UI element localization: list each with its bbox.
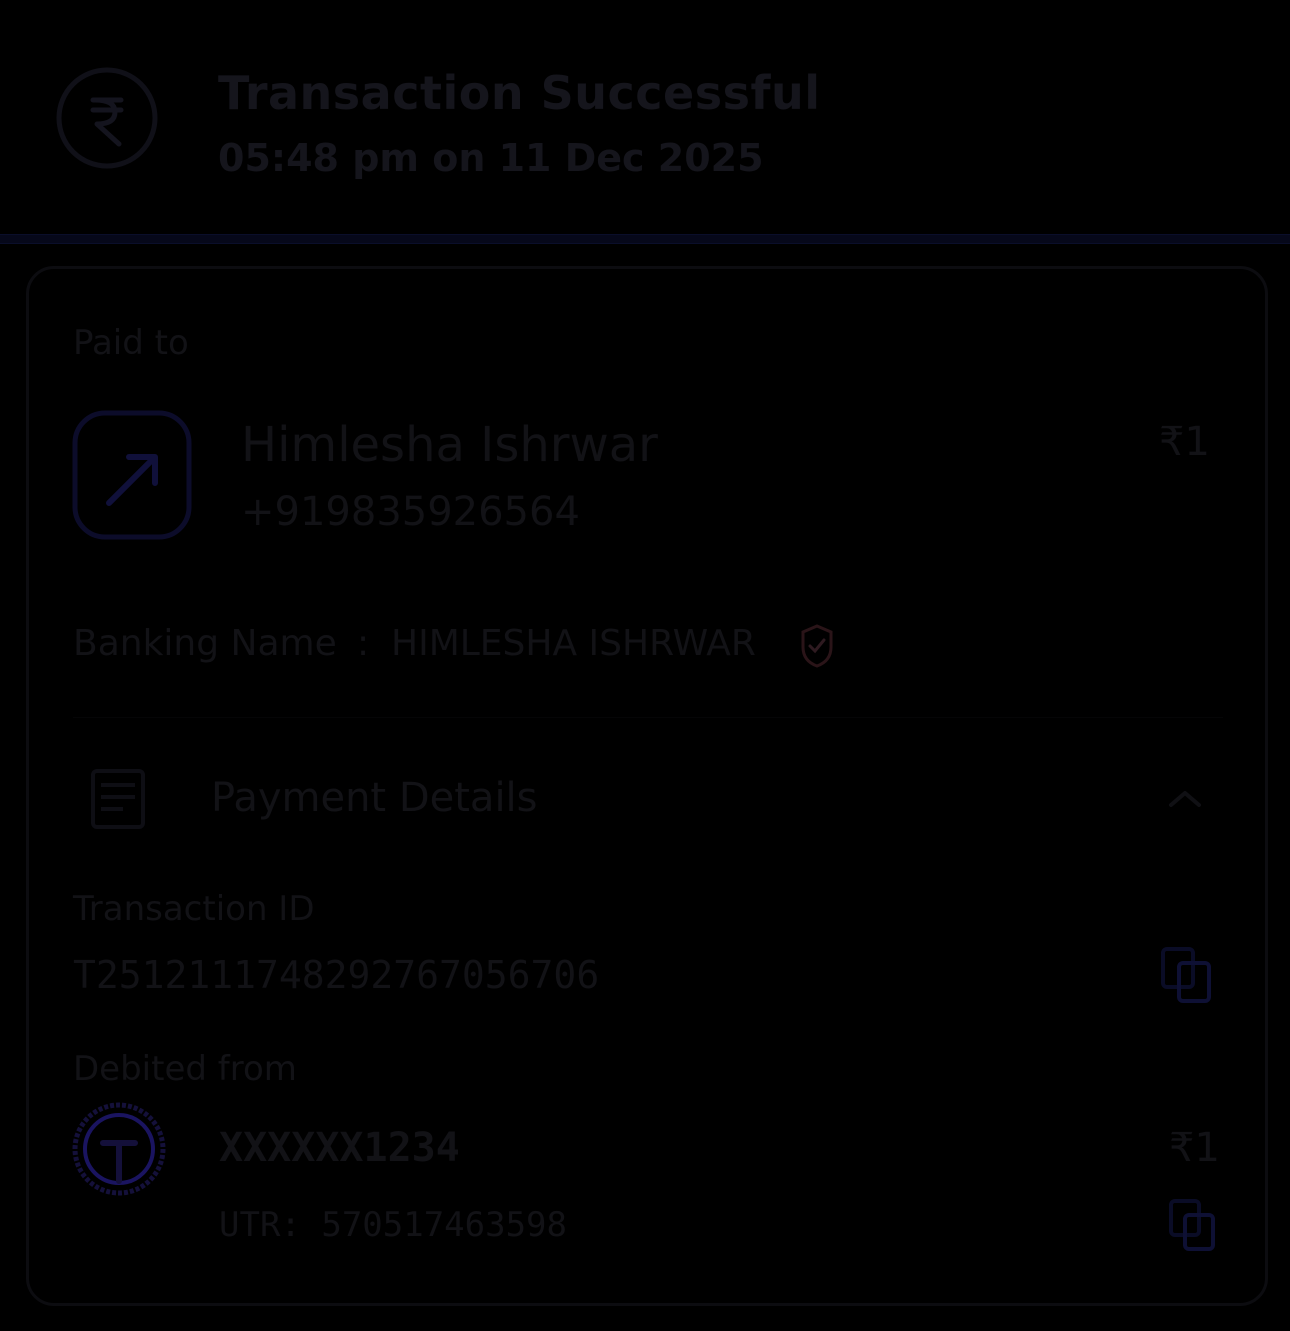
- payee-avatar-arrow-icon: [72, 410, 192, 540]
- banking-name-separator: :: [357, 623, 370, 664]
- utr-number: UTR: 570517463598: [219, 1205, 567, 1245]
- copy-icon: [1169, 1199, 1215, 1251]
- debited-account-number: XXXXXX1234: [219, 1125, 460, 1171]
- paid-amount: ₹1: [1159, 419, 1210, 465]
- paid-to-label: Paid to: [73, 323, 189, 363]
- debited-amount: ₹1: [1169, 1125, 1220, 1171]
- copy-icon: [1161, 947, 1211, 1003]
- debited-from-label: Debited from: [73, 1049, 297, 1089]
- header-divider: [0, 234, 1290, 244]
- upi-rupee-icon: [56, 67, 158, 169]
- bank-logo-icon: [72, 1102, 166, 1196]
- transaction-id-value: T2512111748292767056706: [73, 953, 600, 997]
- payee-name: Himlesha Ishrwar: [241, 417, 658, 473]
- section-divider: [73, 717, 1223, 718]
- copy-transaction-id-button[interactable]: [1157, 943, 1217, 1007]
- transaction-id-label: Transaction ID: [73, 889, 315, 929]
- payment-details-toggle[interactable]: [1163, 783, 1207, 813]
- verified-badge-icon: [801, 624, 833, 668]
- payment-details-receipt-icon: [91, 769, 145, 829]
- transaction-header: Transaction Successful 05:48 pm on 11 De…: [0, 0, 1290, 236]
- transaction-status-title: Transaction Successful: [218, 66, 821, 120]
- payment-details-label: Payment Details: [211, 775, 538, 821]
- transaction-details-card: Paid to Himlesha Ishrwar +919835926564 ₹…: [26, 266, 1268, 1306]
- banking-name-value: HIMLESHA ISHRWAR: [391, 623, 756, 664]
- transaction-timestamp: 05:48 pm on 11 Dec 2025: [218, 136, 764, 180]
- payee-phone: +919835926564: [241, 489, 580, 535]
- chevron-up-icon: [1169, 791, 1201, 807]
- copy-utr-button[interactable]: [1167, 1197, 1219, 1255]
- banking-name-label: Banking Name: [73, 623, 337, 664]
